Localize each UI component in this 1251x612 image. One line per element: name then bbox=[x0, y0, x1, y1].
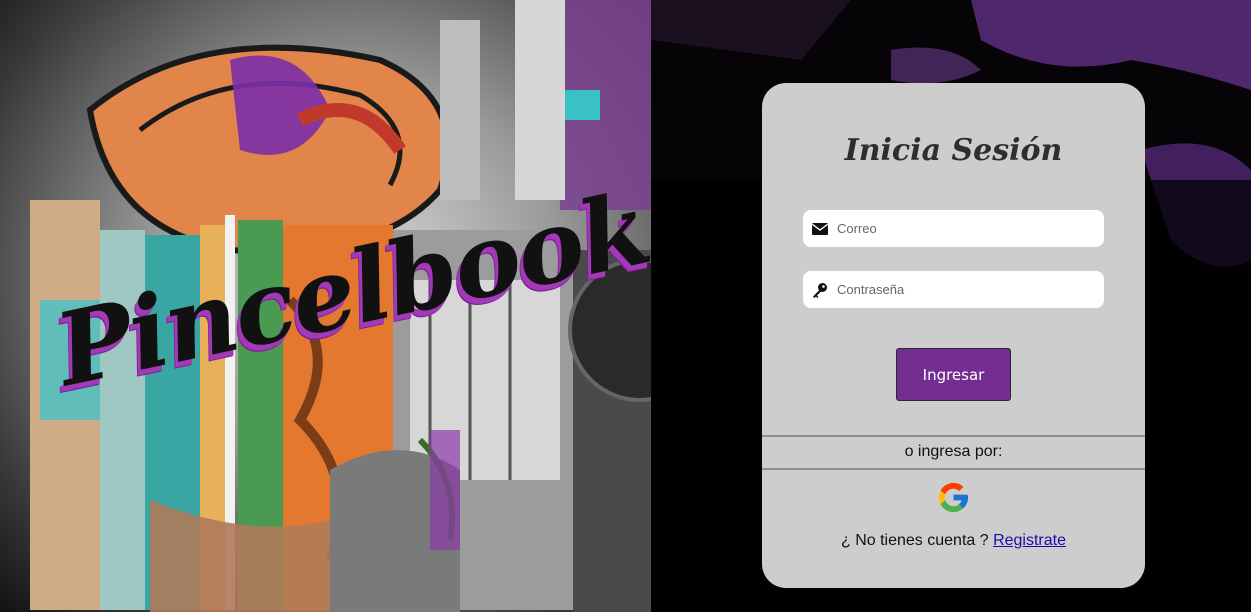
key-icon bbox=[803, 282, 837, 298]
login-button[interactable]: Ingresar bbox=[896, 348, 1011, 401]
envelope-icon bbox=[803, 222, 837, 235]
email-input[interactable] bbox=[837, 221, 1097, 236]
login-title: Inicia Sesión bbox=[844, 133, 1063, 168]
collage-artwork: Pincelbook bbox=[0, 0, 651, 612]
password-field[interactable] bbox=[803, 271, 1104, 308]
password-input[interactable] bbox=[837, 282, 1097, 297]
alt-login-label: o ingresa por: bbox=[904, 443, 1003, 460]
divider-bottom bbox=[762, 468, 1145, 470]
login-card: Inicia Sesión Ingresar o ingresa por: bbox=[762, 83, 1145, 588]
signup-link[interactable]: Registrate bbox=[993, 532, 1066, 549]
email-field[interactable] bbox=[803, 210, 1104, 247]
signup-prompt: ¿ No tienes cuenta ? bbox=[840, 532, 989, 549]
signup-row: ¿ No tienes cuenta ? Registrate bbox=[762, 532, 1145, 550]
google-icon[interactable] bbox=[936, 480, 971, 515]
divider-top bbox=[762, 435, 1145, 437]
